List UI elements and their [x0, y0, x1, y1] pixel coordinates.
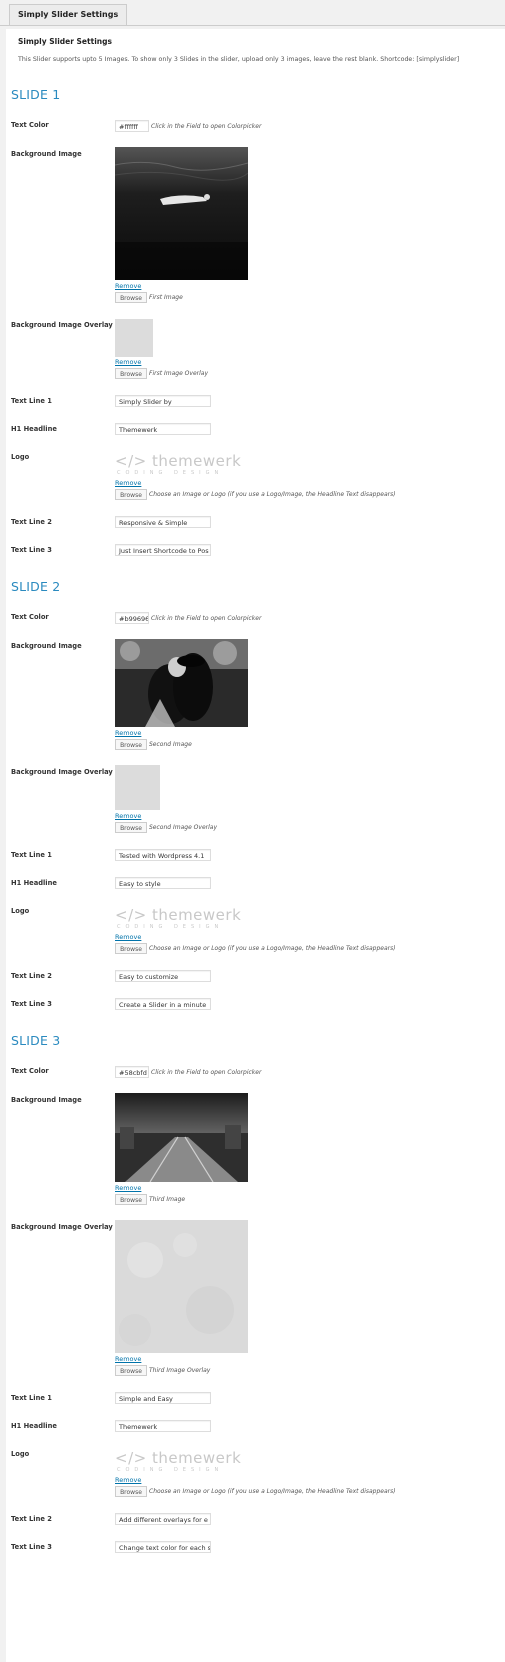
- logo-wordmark: </> themewerk: [115, 906, 242, 924]
- slide-3-image-caption: Third Image: [149, 1196, 186, 1203]
- slide-1-logo-label: Logo: [11, 453, 30, 461]
- slide-3-overlay-caption: Third Image Overlay: [149, 1367, 211, 1374]
- slide-1-image-remove-link[interactable]: Remove: [115, 282, 141, 290]
- slide-2-logo-label: Logo: [11, 907, 30, 915]
- slide-1-image-caption: First Image: [149, 294, 183, 301]
- slide-3-text-line-2-label: Text Line 2: [11, 1515, 52, 1523]
- slide-2-heading: SLIDE 2: [11, 579, 61, 594]
- slide-2-logo-image: </> themewerk CODING DESIGN: [115, 906, 241, 932]
- slide-3-h1-headline-input[interactable]: Themewerk: [115, 1420, 211, 1432]
- slide-1-overlay-image: [115, 319, 153, 357]
- slide-1-image-browse-button[interactable]: Browse: [115, 292, 147, 303]
- slide-3-text-color-label: Text Color: [11, 1067, 49, 1075]
- slide-2-logo-browse-button[interactable]: Browse: [115, 943, 147, 954]
- slide-1-colorpicker-hint: Click in the Field to open Colorpicker: [151, 123, 262, 130]
- slide-3-image-remove-link[interactable]: Remove: [115, 1184, 141, 1192]
- slide-3-overlay-remove-link[interactable]: Remove: [115, 1355, 141, 1363]
- slide-3-text-line-1-input[interactable]: Simple and Easy: [115, 1392, 211, 1404]
- slide-2-overlay-browse-button[interactable]: Browse: [115, 822, 147, 833]
- slide-2-image-browse-button[interactable]: Browse: [115, 739, 147, 750]
- slide-2-overlay-remove-link[interactable]: Remove: [115, 812, 141, 820]
- slide-2-text-line-1-input[interactable]: Tested with Wordpress 4.1: [115, 849, 211, 861]
- slide-1-logo-hint: Choose an Image or Logo (if you use a Lo…: [149, 491, 396, 498]
- slide-1-overlay-caption: First Image Overlay: [149, 370, 208, 377]
- slide-1-background-image: [115, 147, 248, 280]
- page-title: Simply Slider Settings: [18, 37, 112, 46]
- page-description: This Slider supports upto 5 Images. To s…: [18, 56, 460, 63]
- slide-2-text-line-1-label: Text Line 1: [11, 851, 52, 859]
- logo-tagline: CODING DESIGN: [117, 1467, 224, 1473]
- logo-tagline: CODING DESIGN: [117, 470, 224, 476]
- slide-2-text-line-3-label: Text Line 3: [11, 1000, 52, 1008]
- slide-1-logo-image: </> themewerk CODING DESIGN: [115, 452, 241, 478]
- slide-3-logo-remove-link[interactable]: Remove: [115, 1476, 141, 1484]
- slide-2-h1-headline-label: H1 Headline: [11, 879, 57, 887]
- slide-2-image-remove-link[interactable]: Remove: [115, 729, 141, 737]
- slide-2-text-line-3-input[interactable]: Create a Slider in a minute: [115, 998, 211, 1010]
- tab-simply-slider-settings[interactable]: Simply Slider Settings: [9, 4, 128, 25]
- slide-2-overlay-image: [115, 765, 160, 810]
- slide-2-text-line-2-input[interactable]: Easy to customize: [115, 970, 211, 982]
- logo-wordmark: </> themewerk: [115, 1449, 242, 1467]
- slide-2-overlay-label: Background Image Overlay: [11, 768, 113, 776]
- slide-2-h1-headline-input[interactable]: Easy to style: [115, 877, 211, 889]
- slide-3-heading: SLIDE 3: [11, 1033, 61, 1048]
- slide-1-h1-headline-input[interactable]: Themewerk: [115, 423, 211, 435]
- slide-3-text-line-3-label: Text Line 3: [11, 1543, 52, 1551]
- slide-1-overlay-browse-button[interactable]: Browse: [115, 368, 147, 379]
- slide-3-overlay-browse-button[interactable]: Browse: [115, 1365, 147, 1376]
- slide-1-logo-remove-link[interactable]: Remove: [115, 479, 141, 487]
- slide-1-background-image-label: Background Image: [11, 150, 82, 158]
- slide-3-overlay-label: Background Image Overlay: [11, 1223, 113, 1231]
- logo-wordmark: </> themewerk: [115, 452, 242, 470]
- slide-3-text-line-1-label: Text Line 1: [11, 1394, 52, 1402]
- slide-1-text-line-2-label: Text Line 2: [11, 518, 52, 526]
- slide-2-text-color-label: Text Color: [11, 613, 49, 621]
- slide-2-background-image-label: Background Image: [11, 642, 82, 650]
- slide-2-text-color-input[interactable]: #b99696: [115, 612, 149, 624]
- slide-2-image-caption: Second Image: [149, 741, 192, 748]
- slide-1-text-color-input[interactable]: #ffffff: [115, 120, 149, 132]
- slide-3-logo-image: </> themewerk CODING DESIGN: [115, 1449, 241, 1475]
- slide-2-logo-remove-link[interactable]: Remove: [115, 933, 141, 941]
- slide-3-logo-label: Logo: [11, 1450, 30, 1458]
- settings-panel: Simply Slider Settings This Slider suppo…: [6, 29, 505, 1662]
- slide-1-text-line-2-input[interactable]: Responsive & Simple: [115, 516, 211, 528]
- slide-2-colorpicker-hint: Click in the Field to open Colorpicker: [151, 615, 262, 622]
- slide-2-overlay-caption: Second Image Overlay: [149, 824, 218, 831]
- slide-3-text-color-input[interactable]: #58cbfd: [115, 1066, 149, 1078]
- slide-1-text-color-label: Text Color: [11, 121, 49, 129]
- tab-bar: Simply Slider Settings: [0, 0, 505, 26]
- slide-2-logo-hint: Choose an Image or Logo (if you use a Lo…: [149, 945, 396, 952]
- slide-1-overlay-remove-link[interactable]: Remove: [115, 358, 141, 366]
- slide-3-text-line-3-input[interactable]: Change text color for each s: [115, 1541, 211, 1553]
- slide-1-text-line-3-input[interactable]: Just Insert Shortcode to Pos: [115, 544, 211, 556]
- slide-2-background-image: [115, 639, 248, 727]
- slide-3-logo-hint: Choose an Image or Logo (if you use a Lo…: [149, 1488, 396, 1495]
- slide-1-h1-headline-label: H1 Headline: [11, 425, 57, 433]
- slide-3-text-line-2-input[interactable]: Add different overlays for e: [115, 1513, 211, 1525]
- logo-tagline: CODING DESIGN: [117, 924, 224, 930]
- slide-3-colorpicker-hint: Click in the Field to open Colorpicker: [151, 1069, 262, 1076]
- slide-1-text-line-3-label: Text Line 3: [11, 546, 52, 554]
- slide-3-image-browse-button[interactable]: Browse: [115, 1194, 147, 1205]
- slide-2-text-line-2-label: Text Line 2: [11, 972, 52, 980]
- slide-1-text-line-1-input[interactable]: Simply Slider by: [115, 395, 211, 407]
- slide-3-background-image-label: Background Image: [11, 1096, 82, 1104]
- slide-3-h1-headline-label: H1 Headline: [11, 1422, 57, 1430]
- slide-1-logo-browse-button[interactable]: Browse: [115, 489, 147, 500]
- slide-1-text-line-1-label: Text Line 1: [11, 397, 52, 405]
- slide-3-overlay-image: [115, 1220, 248, 1353]
- slide-3-logo-browse-button[interactable]: Browse: [115, 1486, 147, 1497]
- slide-3-background-image: [115, 1093, 248, 1182]
- slide-1-overlay-label: Background Image Overlay: [11, 321, 113, 329]
- slide-1-heading: SLIDE 1: [11, 87, 61, 102]
